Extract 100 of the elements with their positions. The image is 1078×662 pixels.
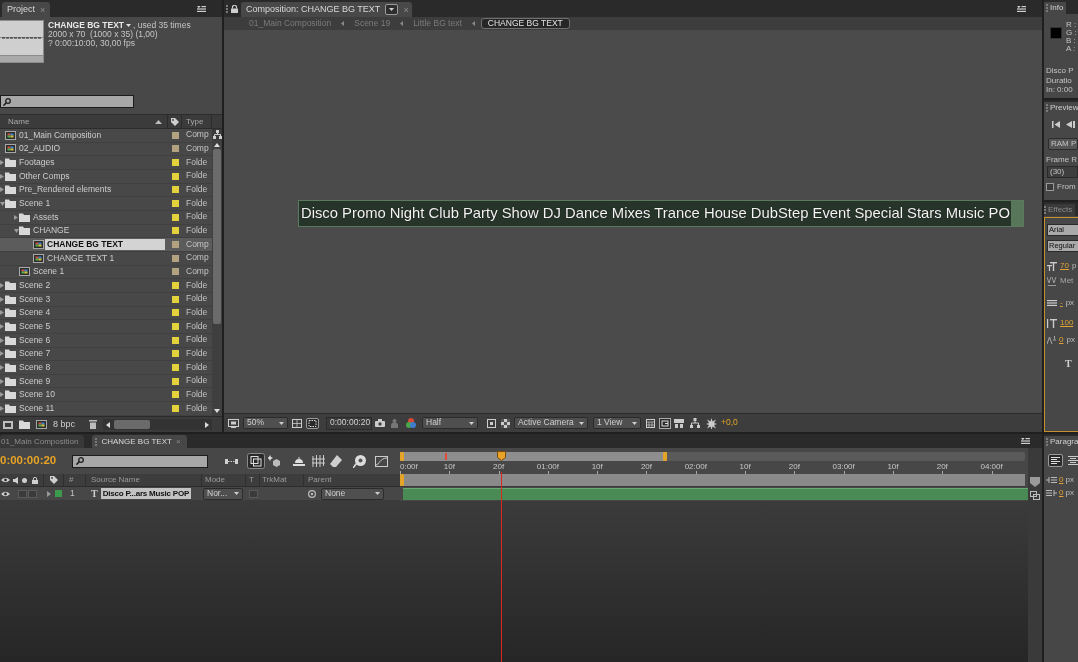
trash-icon[interactable] xyxy=(89,420,98,429)
timecode-field[interactable]: 0:00:00:20 xyxy=(326,416,372,430)
project-item[interactable]: Assets Folde xyxy=(0,210,212,225)
disclosure-triangle-icon[interactable] xyxy=(0,310,4,316)
label-swatch-icon[interactable] xyxy=(172,200,179,208)
disclosure-triangle-icon[interactable] xyxy=(0,296,4,302)
layer-name[interactable]: Disco P...ars Music POP xyxy=(100,488,192,499)
search-field[interactable] xyxy=(0,95,134,108)
eye-icon[interactable] xyxy=(1,477,10,483)
panel-menu-icon[interactable] xyxy=(1021,438,1030,444)
burst-icon[interactable] xyxy=(706,417,717,429)
flowchart-icon[interactable] xyxy=(212,130,222,139)
new-folder-icon[interactable] xyxy=(19,420,30,429)
disclosure-triangle-icon[interactable] xyxy=(14,214,18,220)
eye-icon[interactable] xyxy=(1,490,10,497)
skip-to-start-icon[interactable] xyxy=(1052,121,1060,128)
label-swatch-icon[interactable] xyxy=(172,213,179,221)
project-item[interactable]: Scene 11 Folde xyxy=(0,402,212,416)
camera-icon[interactable] xyxy=(375,419,385,427)
label-swatch-icon[interactable] xyxy=(172,377,179,385)
label-swatch-icon[interactable] xyxy=(172,309,179,317)
squares-icon[interactable] xyxy=(1030,491,1040,500)
scroll-right-icon[interactable] xyxy=(205,421,209,428)
footage-icon[interactable] xyxy=(3,420,13,429)
disclosure-triangle-icon[interactable] xyxy=(0,187,4,193)
disclosure-triangle-icon[interactable] xyxy=(0,173,4,179)
scroll-left-icon[interactable] xyxy=(106,421,111,428)
label-swatch-icon[interactable] xyxy=(172,350,179,358)
boxed-square-icon[interactable] xyxy=(659,417,671,429)
lock-icon[interactable] xyxy=(231,4,238,13)
pickwhip-icon[interactable] xyxy=(308,489,316,498)
work-area-handle-icon[interactable] xyxy=(400,452,404,461)
current-time[interactable]: 0:00:00:20 xyxy=(0,454,70,468)
preserve-transparency-checkbox[interactable] xyxy=(249,489,258,498)
frame-rate-dropdown[interactable]: (30) xyxy=(1047,166,1078,179)
indent-value[interactable]: 0 xyxy=(1059,488,1064,498)
panel-menu-icon[interactable] xyxy=(197,5,206,12)
blocks-icon[interactable] xyxy=(674,418,684,428)
label-tag-icon[interactable] xyxy=(170,117,179,126)
from-checkbox[interactable] xyxy=(1046,182,1054,191)
bit-depth-button[interactable]: 8 bpc xyxy=(53,419,76,430)
panel-tab[interactable]: Project × xyxy=(2,2,51,17)
project-item[interactable]: 02_AUDIO Comp xyxy=(0,142,212,157)
label-swatch-icon[interactable] xyxy=(172,241,179,249)
baseline-value[interactable]: 0 xyxy=(1059,335,1064,345)
speaker-icon[interactable] xyxy=(13,476,18,484)
dashed-square-icon[interactable] xyxy=(306,417,319,429)
search-field[interactable] xyxy=(72,454,208,468)
in-point-handle-icon[interactable] xyxy=(400,474,404,486)
project-item[interactable]: Scene 3 Folde xyxy=(0,292,212,307)
disclosure-triangle-icon[interactable] xyxy=(0,365,4,370)
node-link-icon[interactable] xyxy=(225,457,238,465)
panel-tab[interactable]: Preview xyxy=(1044,102,1078,114)
breadcrumb[interactable]: CHANGE BG TEXT xyxy=(480,18,570,29)
disclosure-triangle-icon[interactable] xyxy=(0,160,4,166)
font-size-value[interactable]: 70 xyxy=(1060,261,1069,271)
panel-tab[interactable]: Info xyxy=(1044,2,1067,14)
boxed-frames-icon[interactable] xyxy=(247,453,265,469)
switch-box[interactable] xyxy=(28,489,37,498)
label-swatch-icon[interactable] xyxy=(172,364,179,371)
tab-menu-button[interactable] xyxy=(385,4,399,15)
camera-dropdown[interactable]: Active Camera xyxy=(514,417,588,429)
disclosure-triangle-icon[interactable] xyxy=(0,351,4,357)
disclosure-triangle-icon[interactable] xyxy=(0,324,4,329)
label-swatch-icon[interactable] xyxy=(172,227,179,235)
timeline-tab[interactable]: CHANGE BG TEXT × xyxy=(92,435,187,448)
flowchart-icon[interactable] xyxy=(690,418,700,428)
label-swatch-icon[interactable] xyxy=(172,159,179,167)
marker-icon[interactable] xyxy=(1030,477,1040,487)
project-item[interactable]: Scene 9 Folde xyxy=(0,374,212,389)
checkerboard-icon[interactable] xyxy=(501,418,510,428)
disclosure-triangle-icon[interactable] xyxy=(0,378,4,384)
label-swatch-icon[interactable] xyxy=(172,336,179,344)
composition-tab[interactable]: Composition: CHANGE BG TEXT × xyxy=(241,2,412,17)
switch-box[interactable] xyxy=(18,489,27,498)
label-swatch-icon[interactable] xyxy=(172,282,179,290)
lattice-icon[interactable] xyxy=(312,455,325,467)
project-item[interactable]: Scene 5 Folde xyxy=(0,320,212,334)
panel-menu-icon[interactable] xyxy=(1017,5,1026,12)
disclosure-triangle-icon[interactable] xyxy=(14,228,19,233)
time-navigator[interactable] xyxy=(400,452,1025,461)
label-swatch-icon[interactable] xyxy=(55,490,62,497)
vertical-scale-value[interactable]: 100 xyxy=(1060,318,1074,328)
graph-icon[interactable] xyxy=(375,455,388,467)
sparkle-hexagon-icon[interactable] xyxy=(268,455,280,467)
project-item[interactable]: CHANGE BG TEXT Comp xyxy=(0,238,212,252)
project-item[interactable]: Scene 8 Folde xyxy=(0,361,212,375)
timeline-tab[interactable]: 01_Main Composition xyxy=(0,435,85,448)
label-swatch-icon[interactable] xyxy=(172,145,179,153)
leading-value[interactable]: - xyxy=(1060,298,1063,308)
label-tag-icon[interactable] xyxy=(49,476,58,484)
disclosure-triangle-icon[interactable] xyxy=(0,201,5,206)
label-swatch-icon[interactable] xyxy=(172,323,179,330)
person-icon[interactable] xyxy=(391,418,398,428)
grip-icon[interactable] xyxy=(95,437,98,446)
scroll-down-icon[interactable] xyxy=(214,409,220,413)
solo-dot-icon[interactable] xyxy=(22,477,27,483)
table-icon[interactable] xyxy=(646,418,655,428)
parent-dropdown[interactable]: None xyxy=(321,487,384,500)
project-item[interactable]: 01_Main Composition Comp xyxy=(0,129,212,143)
